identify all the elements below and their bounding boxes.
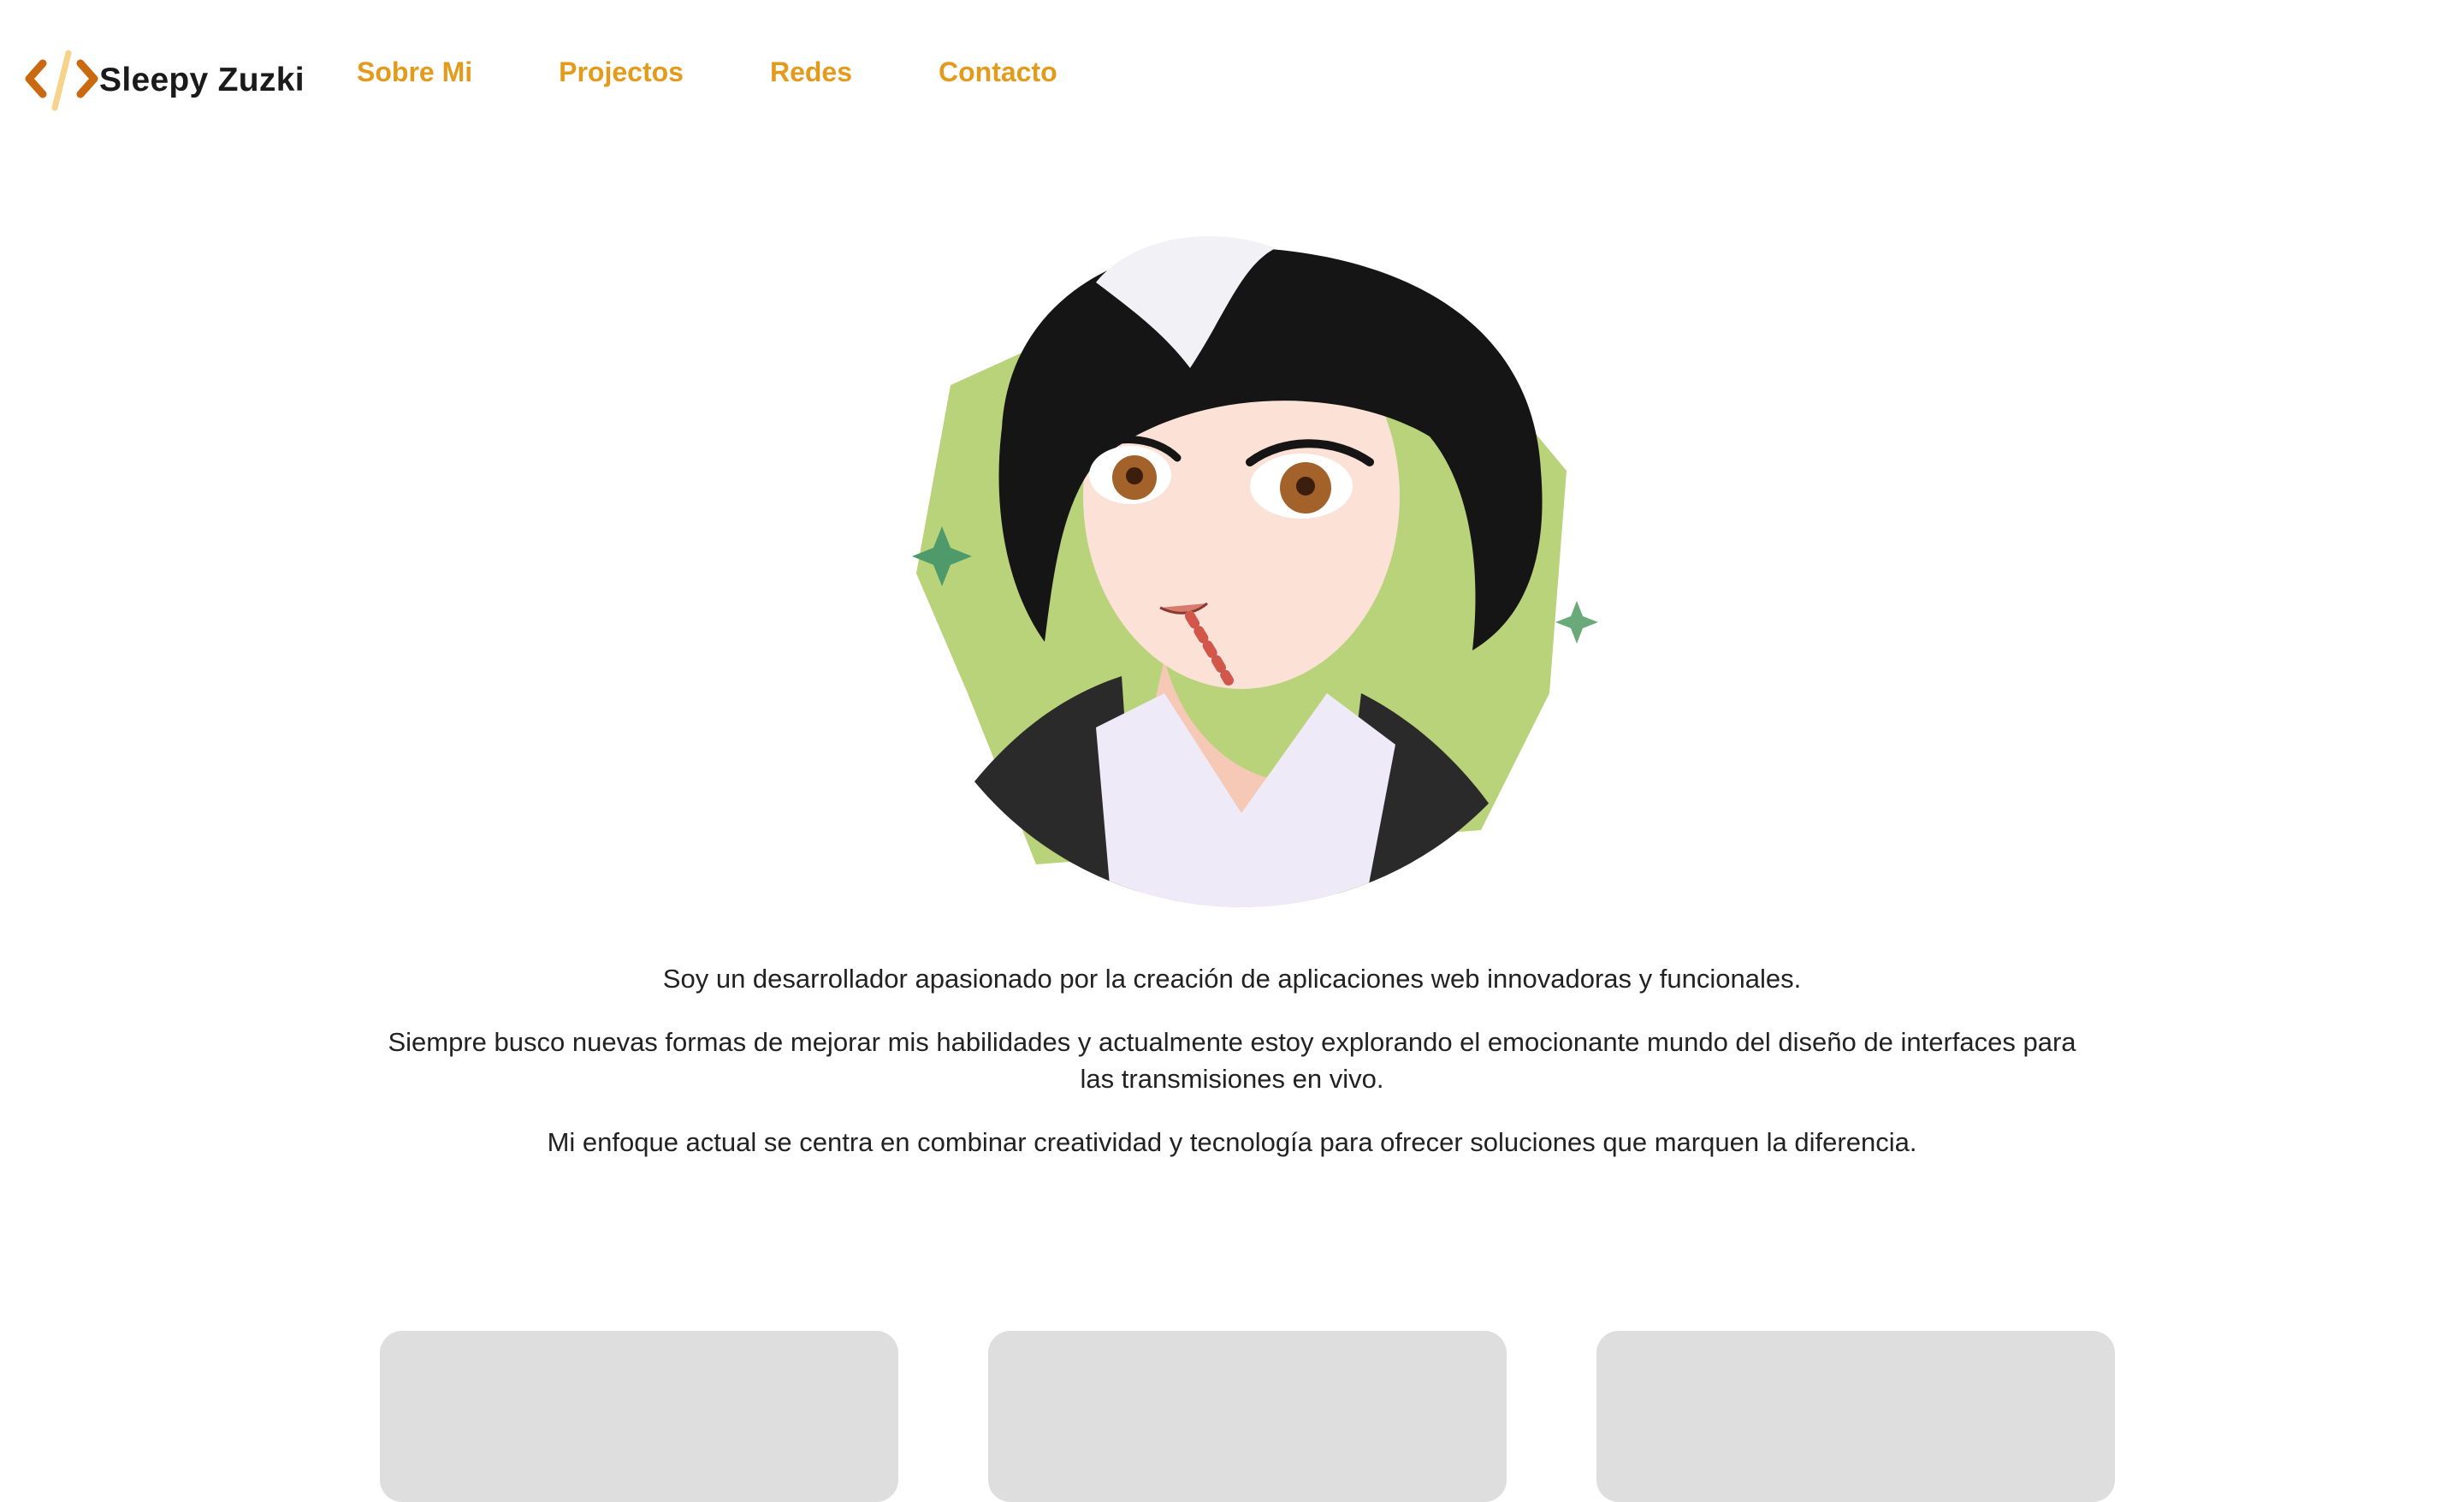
main-nav: Sobre Mi Projectos Redes Contacto [357,56,1144,88]
profile-avatar [895,235,1598,907]
bio-paragraph: Siempre busco nuevas formas de mejorar m… [388,1027,2076,1094]
site-header: Sleepy Zuzki Sobre Mi Projectos Redes Co… [0,0,2464,163]
project-card-placeholder [1596,1331,2115,1502]
project-card-placeholder [988,1331,1507,1502]
nav-link-sobre-mi[interactable]: Sobre Mi [357,56,472,88]
about-section: Soy un desarrollador apasionado por la c… [376,960,2088,1187]
nav-link-redes[interactable]: Redes [770,56,852,88]
bio-paragraph: Soy un desarrollador apasionado por la c… [662,964,1802,994]
brand-logo[interactable]: Sleepy Zuzki [24,48,305,113]
nav-link-projectos[interactable]: Projectos [559,56,684,88]
nav-link-contacto[interactable]: Contacto [939,56,1057,88]
bio-paragraph: Mi enfoque actual se centra en combinar … [547,1127,1917,1157]
project-card-placeholder [380,1331,898,1502]
brand-name: Sleepy Zuzki [99,62,305,98]
code-brackets-icon [25,50,98,111]
